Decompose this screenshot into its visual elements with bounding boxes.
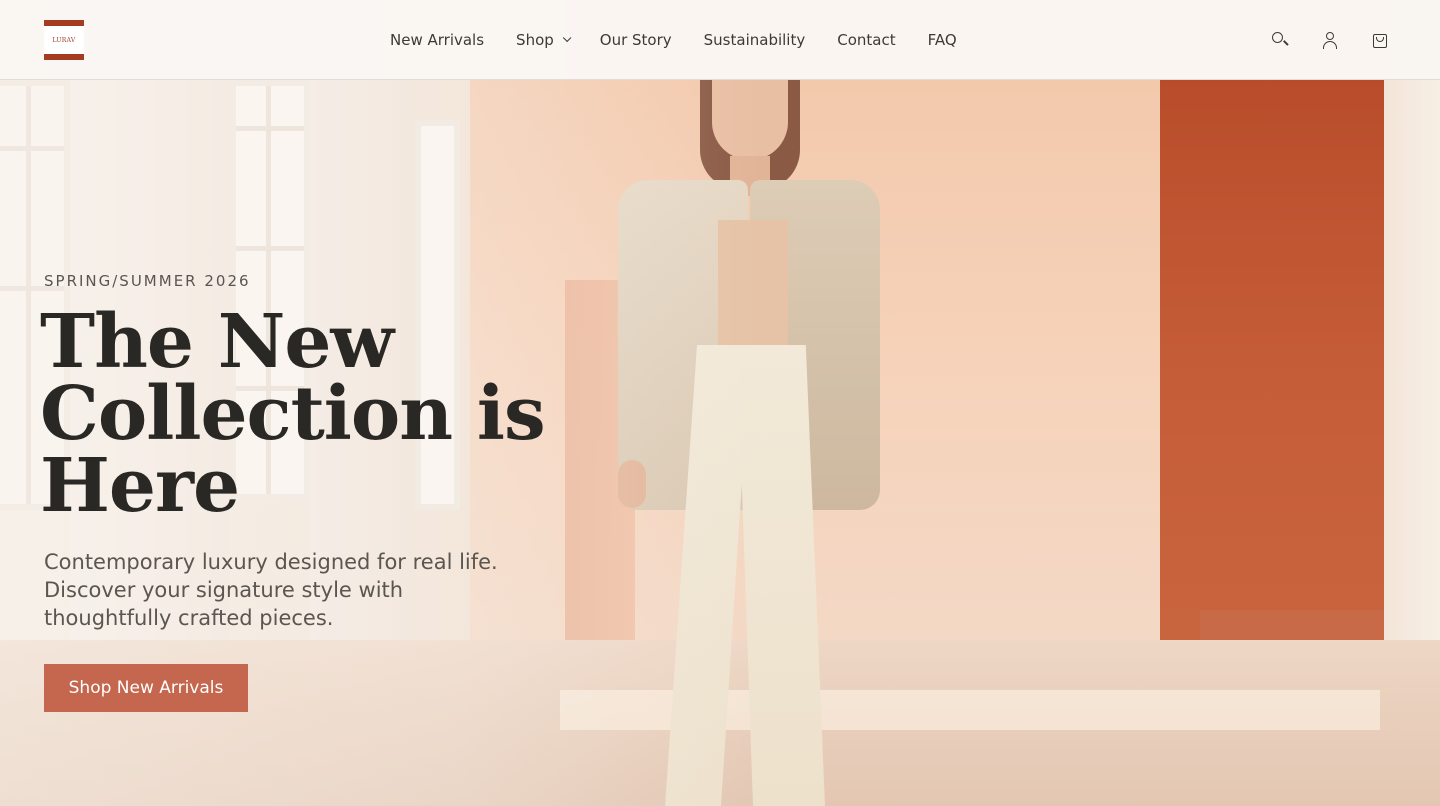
account-icon[interactable] <box>1320 30 1340 50</box>
hero-subtext: Contemporary luxury designed for real li… <box>44 550 498 630</box>
brand-logo[interactable]: LURAV <box>44 20 84 60</box>
shopping-bag-icon[interactable] <box>1370 30 1390 50</box>
nav-our-story[interactable]: Our Story <box>600 31 672 49</box>
main-nav: New Arrivals Shop Our Story Sustainabili… <box>390 0 989 80</box>
nav-sustainability[interactable]: Sustainability <box>704 31 806 49</box>
header-actions <box>1270 30 1390 50</box>
site-header: LURAV New Arrivals Shop Our Story Sustai… <box>0 0 1440 80</box>
terracotta-panel <box>1160 80 1385 670</box>
nav-shop[interactable]: Shop <box>516 31 572 49</box>
logo-text: LURAV <box>52 36 76 44</box>
nav-new-arrivals[interactable]: New Arrivals <box>390 31 484 49</box>
search-icon[interactable] <box>1270 30 1290 50</box>
hero-section: SPRING/SUMMER 2026 The New Collection is… <box>0 0 1440 806</box>
shop-new-arrivals-button[interactable]: Shop New Arrivals <box>44 664 248 712</box>
hero-headline: The New Collection is Here <box>40 299 546 529</box>
nav-contact[interactable]: Contact <box>837 31 895 49</box>
nav-faq[interactable]: FAQ <box>928 31 957 49</box>
chevron-down-icon <box>562 33 572 43</box>
hero-eyebrow: SPRING/SUMMER 2026 <box>44 272 251 290</box>
